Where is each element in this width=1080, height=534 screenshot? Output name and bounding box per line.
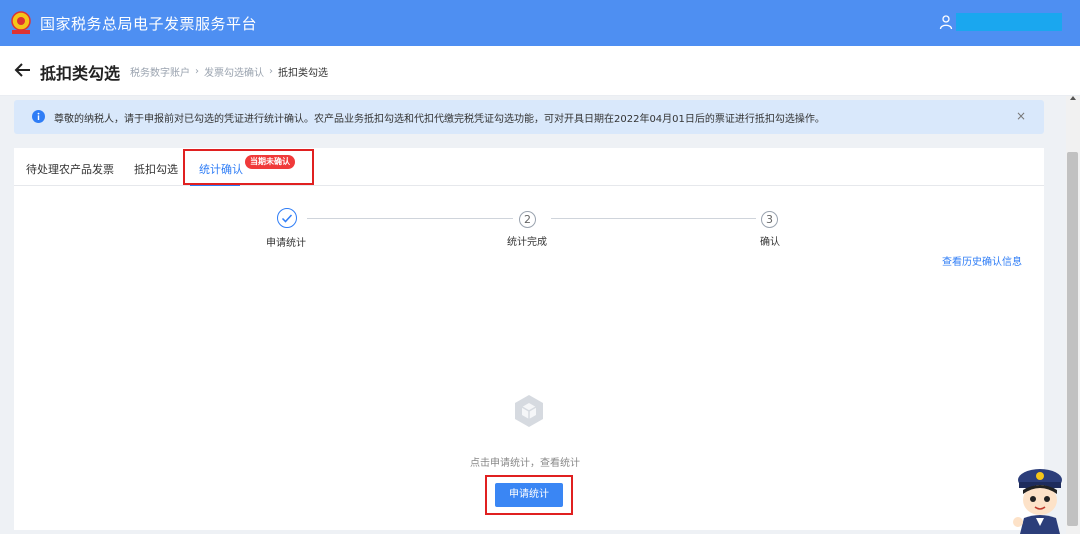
breadcrumb-item-invoice-confirm[interactable]: 发票勾选确认 [204,64,264,79]
highlight-box-tab [183,149,314,185]
tax-bureau-logo-icon [11,11,31,34]
back-arrow-icon[interactable] [14,60,32,80]
view-history-link[interactable]: 查看历史确认信息 [942,253,1022,268]
breadcrumb-separator: › [269,66,273,77]
breadcrumb-separator: › [195,66,199,77]
tab-pending-agricultural-invoices[interactable]: 待处理农产品发票 [26,161,114,177]
step-3-circle: 3 [761,211,778,228]
tab-deduction-selection[interactable]: 抵扣勾选 [134,161,178,177]
info-icon [32,110,45,123]
step-2-circle: 2 [519,211,536,228]
breadcrumb-item-current: 抵扣类勾选 [278,68,328,79]
breadcrumb-item-tax-account[interactable]: 税务数字账户 [130,64,190,79]
user-icon[interactable] [938,14,954,30]
step-3-label: 确认 [760,237,780,248]
main-panel [14,148,1044,530]
notice-text: 尊敬的纳税人，请于申报前对已勾选的凭证进行统计确认。农产品业务抵扣勾选和代扣代缴… [54,114,825,125]
step-2-label: 统计完成 [507,237,547,248]
site-title: 国家税务总局电子发票服务平台 [40,15,258,33]
breadcrumb: 税务数字账户 › 发票勾选确认 › 抵扣类勾选 [130,64,328,79]
close-icon[interactable]: × [1016,109,1026,123]
step-1-label: 申请统计 [266,238,306,249]
empty-box-icon [515,395,543,427]
step-1-check-icon [277,208,297,228]
highlight-box-button [485,475,573,515]
step-connector [307,218,513,219]
user-name-field[interactable] [956,13,1062,31]
scroll-up-arrow-icon[interactable] [1069,94,1077,102]
assistant-mascot-icon[interactable] [1010,466,1070,534]
step-connector [551,218,756,219]
page-title: 抵扣类勾选 [40,64,121,83]
empty-state-text: 点击申请统计，查看统计 [470,458,580,469]
